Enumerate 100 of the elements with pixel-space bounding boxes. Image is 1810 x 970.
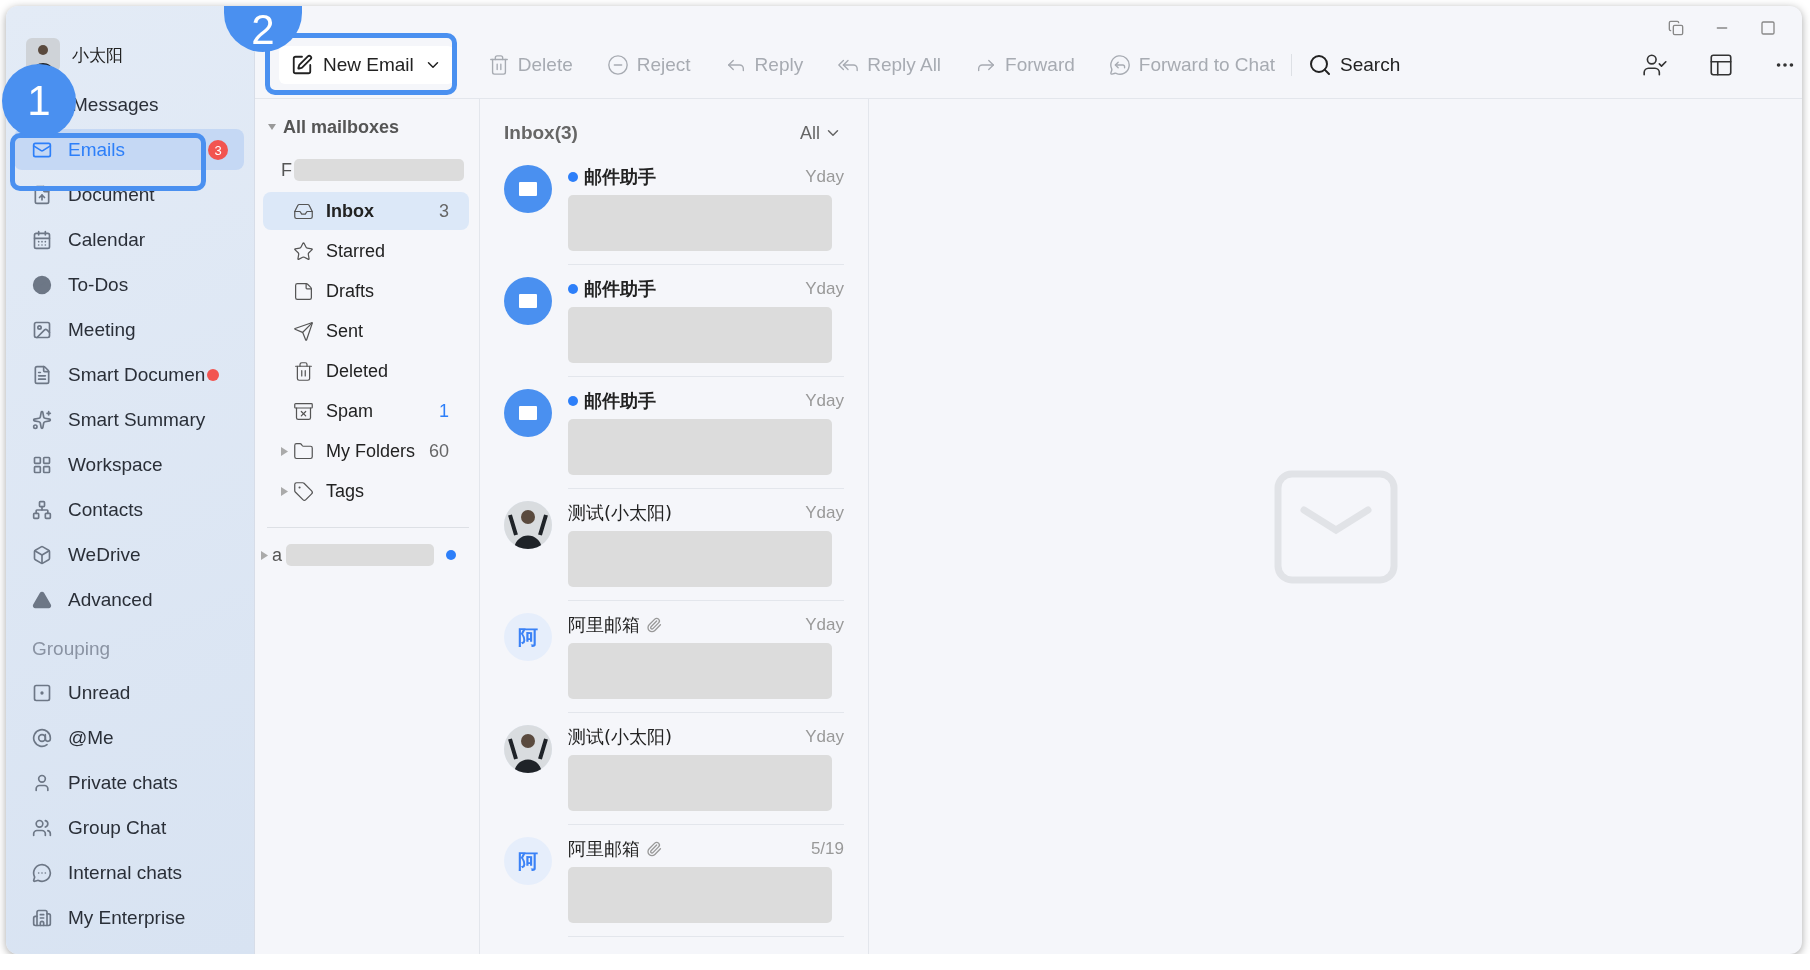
sidebar-label: WeDrive <box>68 543 141 566</box>
sidebar-item-icon <box>32 907 52 928</box>
sidebar-item-icon <box>32 274 52 295</box>
message-time: 5/19 <box>810 839 844 859</box>
sidebar-item[interactable]: Smart Summary <box>14 399 244 440</box>
sender-name: 邮件助手 <box>584 165 656 189</box>
new-email-button[interactable]: New Email <box>279 46 454 84</box>
message-time: Yday <box>805 391 844 411</box>
sender-avatar: 阿 <box>504 613 552 661</box>
sidebar-item-icon <box>32 544 52 565</box>
sender-name: 测试(小太阳) <box>568 725 673 749</box>
sidebar-item-icon <box>32 409 52 430</box>
message-row[interactable]: 测试(小太阳) Yday <box>480 713 868 825</box>
sidebar-item[interactable]: Unread <box>14 672 244 713</box>
unread-badge: 3 <box>208 140 228 160</box>
message-time: Yday <box>805 727 844 747</box>
sidebar-item[interactable]: To-Dos <box>14 264 244 305</box>
message-row[interactable]: 阿 阿里邮箱 Yday <box>480 601 868 713</box>
message-time: Yday <box>805 167 844 187</box>
sidebar-item[interactable]: Contacts <box>14 489 244 530</box>
sidebar-label: Advanced <box>68 588 153 611</box>
sender-name: 阿里邮箱 <box>568 613 640 637</box>
expand-icon <box>280 486 288 496</box>
sidebar-item[interactable]: Group Chat <box>14 807 244 848</box>
sidebar-item-icon <box>32 319 52 340</box>
folder-item[interactable]: My Folders 60 <box>263 432 469 470</box>
sender-avatar: 阿 <box>504 837 552 885</box>
mailbox-title: All mailboxes <box>283 116 400 138</box>
reject-icon <box>606 54 629 76</box>
sidebar-item-icon <box>32 772 52 793</box>
folder-item[interactable]: Drafts <box>263 272 469 310</box>
message-time: Yday <box>805 503 844 523</box>
sidebar-item-icon <box>32 499 52 520</box>
search-button[interactable]: Search <box>1308 53 1401 77</box>
folder-item[interactable]: Tags <box>263 472 469 510</box>
folder-icon <box>293 440 314 462</box>
sender-name: 测试(小太阳) <box>568 501 673 525</box>
sidebar-item[interactable]: Calendar <box>14 219 244 260</box>
sidebar-item-icon <box>32 862 52 883</box>
sidebar-label: Contacts <box>68 498 143 521</box>
filter-dropdown[interactable]: All <box>800 122 842 144</box>
sidebar-item-icon <box>32 364 52 385</box>
avatar-icon <box>504 725 552 773</box>
contact-icon[interactable] <box>1642 52 1668 78</box>
sidebar-item[interactable]: WeDrive <box>14 534 244 575</box>
sidebar-item[interactable]: Private chats <box>14 762 244 803</box>
folder-item[interactable]: Starred <box>263 232 469 270</box>
tag-icon <box>293 480 314 502</box>
sidebar-item[interactable]: Smart Documen <box>14 354 244 395</box>
sender-name: 邮件助手 <box>584 389 656 413</box>
sidebar-item-icon <box>32 454 52 475</box>
folder-item[interactable]: Inbox 3 <box>263 192 469 230</box>
message-row[interactable]: 邮件助手 Yday <box>480 265 868 377</box>
expand-icon <box>280 446 288 456</box>
folder-item[interactable]: Deleted <box>263 352 469 390</box>
folder-item[interactable]: Spam 1 <box>263 392 469 430</box>
folder-item[interactable]: Sent <box>263 312 469 350</box>
section-title: Grouping <box>31 637 112 661</box>
list-title: Inbox(3) <box>504 122 578 144</box>
message-row[interactable]: 阿 阿里邮箱 5/19 <box>480 825 868 937</box>
chat-icon <box>1108 54 1131 76</box>
sidebar-item[interactable]: My Enterprise <box>14 897 244 938</box>
sidebar-item[interactable]: Meeting <box>14 309 244 350</box>
sidebar-label: Private chats <box>68 771 178 794</box>
message-row[interactable]: 邮件助手 Yday <box>480 153 868 265</box>
mailbox-header[interactable]: All mailboxes <box>255 113 479 141</box>
sidebar-item-icon <box>32 229 52 250</box>
sidebar-item[interactable]: Workspace <box>14 444 244 485</box>
account-name: F <box>281 159 292 181</box>
sidebar-item-icon <box>32 727 52 748</box>
deleted-icon <box>293 360 314 382</box>
sidebar-item[interactable]: Internal chats <box>14 852 244 893</box>
delete-icon <box>487 54 510 76</box>
sidebar-label: To-Dos <box>68 273 129 296</box>
sidebar-label: My Enterprise <box>68 906 186 929</box>
sidebar-item-icon <box>32 589 52 610</box>
sidebar-label: Group Chat <box>68 816 167 839</box>
account-name: a <box>272 544 282 566</box>
sidebar-label: Smart Documen <box>68 363 206 386</box>
folder-count: 1 <box>439 400 449 422</box>
sidebar-label: Unread <box>68 681 131 704</box>
sidebar-label: Workspace <box>68 453 163 476</box>
restore-icon[interactable] <box>1668 20 1684 36</box>
sidebar-item-icon <box>32 817 52 838</box>
drafts-icon <box>293 280 314 302</box>
sidebar-item[interactable]: @Me <box>14 717 244 758</box>
star-icon <box>293 240 314 262</box>
folder-count: 3 <box>439 200 449 222</box>
sidebar-label: Meeting <box>68 318 136 341</box>
message-time: Yday <box>805 615 844 635</box>
search-icon <box>1308 53 1332 77</box>
sender-name: 邮件助手 <box>584 277 656 301</box>
sent-icon <box>293 320 314 342</box>
expand-icon <box>261 550 268 560</box>
message-row[interactable]: 邮件助手 Yday <box>480 377 868 489</box>
layout-icon[interactable] <box>1708 52 1734 78</box>
message-row[interactable]: 测试(小太阳) Yday <box>480 489 868 601</box>
sidebar-item-icon <box>32 682 52 703</box>
sidebar-item[interactable]: Advanced <box>14 579 244 620</box>
sidebar-label: Emails <box>68 138 125 161</box>
